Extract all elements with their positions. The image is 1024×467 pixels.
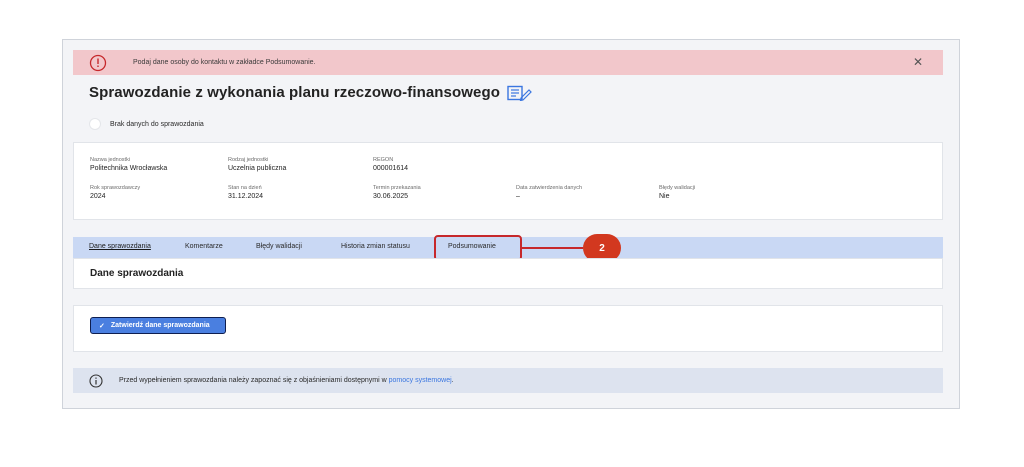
report-info: Nazwa jednostki Politechnika Wrocławska … [73, 142, 943, 220]
report-data-section: Dane sprawozdania [73, 258, 943, 289]
alert-message: Podaj dane osoby do kontaktu w zakładce … [133, 59, 316, 66]
section-title: Dane sprawozdania [90, 268, 184, 279]
field-label: Rok sprawozdawczy [90, 185, 141, 191]
check-icon: ✓ [99, 322, 105, 330]
tab-comments[interactable]: Komentarze [185, 243, 223, 250]
field-value: 2024 [90, 193, 106, 200]
info-field-regon: REGON 000001614 [373, 157, 408, 174]
field-label: REGON [373, 157, 394, 163]
field-value: 31.12.2024 [228, 193, 264, 200]
no-data-checkbox[interactable] [89, 118, 101, 130]
field-value: Politechnika Wrocławska [90, 165, 168, 172]
error-icon [85, 54, 111, 72]
info-notice: Przed wypełnieniem sprawozdania należy z… [73, 368, 943, 393]
help-link[interactable]: pomocy systemowej [389, 377, 452, 384]
tab-validation-errors[interactable]: Błędy walidacji [256, 243, 302, 250]
callout-connector [522, 247, 583, 249]
no-data-label: Brak danych do sprawozdania [110, 120, 204, 128]
tab-report-data[interactable]: Dane sprawozdania [89, 243, 151, 250]
field-value: 000001614 [373, 165, 409, 172]
info-field-report-year: Rok sprawozdawczy 2024 [90, 185, 140, 202]
tab-status-history[interactable]: Historia zmian statusu [341, 243, 410, 250]
info-field-deadline: Termin przekazania 30.06.2025 [373, 185, 421, 202]
no-data-option[interactable]: Brak danych do sprawozdania [89, 118, 204, 130]
actions-panel: ✓ Zatwierdź dane sprawozdania [73, 305, 943, 352]
field-label: Błędy walidacji [659, 185, 696, 191]
page-title: Sprawozdanie z wykonania planu rzeczowo-… [89, 84, 500, 101]
field-value: 30.06.2025 [373, 193, 409, 200]
close-icon[interactable]: ✕ [913, 55, 923, 69]
info-icon [89, 373, 103, 388]
field-label: Termin przekazania [373, 185, 421, 191]
edit-document-icon[interactable] [507, 85, 533, 101]
field-value: – [516, 193, 520, 200]
field-value: Uczelnia publiczna [228, 165, 287, 172]
field-label: Nazwa jednostki [90, 157, 131, 163]
notice-text: Przed wypełnieniem sprawozdania należy z… [119, 377, 454, 384]
field-label: Rodzaj jednostki [228, 157, 269, 163]
info-field-unit-type: Rodzaj jednostki Uczelnia publiczna [228, 157, 286, 174]
info-field-validation-errors: Błędy walidacji Nie [659, 185, 695, 202]
info-field-unit-name: Nazwa jednostki Politechnika Wrocławska [90, 157, 167, 174]
page-header: Sprawozdanie z wykonania planu rzeczowo-… [89, 84, 533, 101]
field-label: Data zatwierdzenia danych [516, 185, 583, 191]
info-field-as-of-date: Stan na dzień 31.12.2024 [228, 185, 263, 202]
error-alert: Podaj dane osoby do kontaktu w zakładce … [73, 50, 943, 75]
field-label: Stan na dzień [228, 185, 262, 191]
confirm-data-button[interactable]: ✓ Zatwierdź dane sprawozdania [90, 317, 226, 334]
report-panel: Podaj dane osoby do kontaktu w zakładce … [62, 39, 960, 409]
notice-text-after: . [451, 377, 454, 384]
confirm-button-label: Zatwierdź dane sprawozdania [110, 322, 210, 329]
notice-text-before: Przed wypełnieniem sprawozdania należy z… [119, 377, 389, 384]
field-value: Nie [659, 193, 670, 200]
info-field-approval-date: Data zatwierdzenia danych – [516, 185, 582, 202]
